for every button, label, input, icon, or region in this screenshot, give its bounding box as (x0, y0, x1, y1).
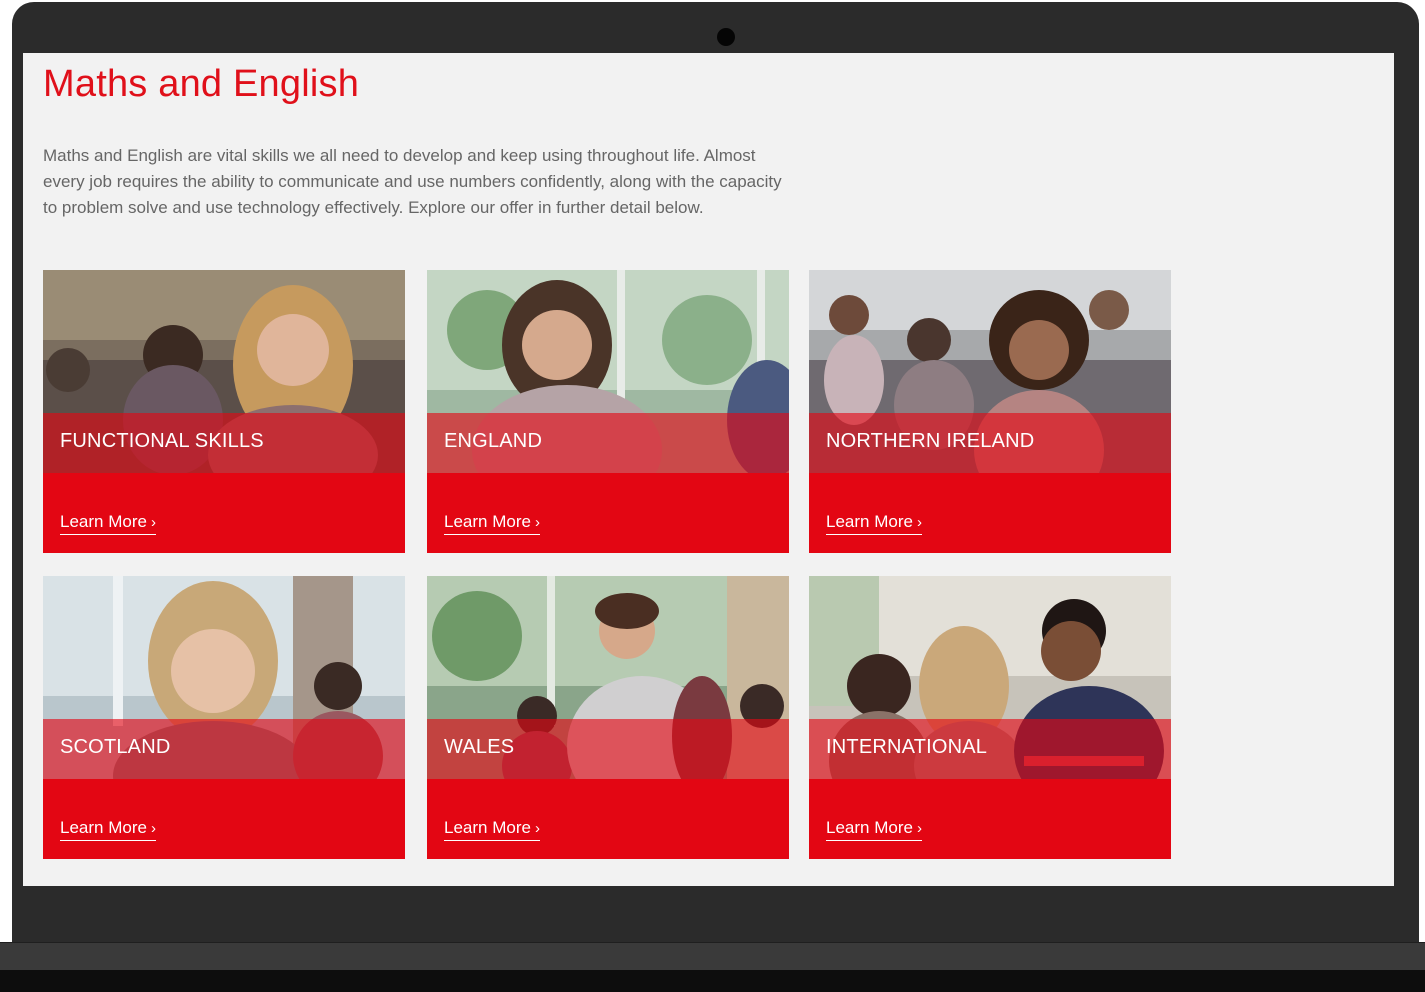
card-title: WALES (444, 736, 515, 758)
learn-more-link[interactable]: Learn More › (60, 818, 156, 841)
chevron-right-icon: › (916, 514, 922, 531)
card-title: INTERNATIONAL (826, 736, 988, 758)
learn-more-label: Learn More (60, 818, 147, 837)
chevron-right-icon: › (916, 820, 922, 837)
card-title: SCOTLAND (60, 736, 171, 758)
card-england[interactable]: ENGLAND Learn More › (427, 270, 789, 553)
learn-more-label: Learn More (60, 512, 147, 531)
card-title: ENGLAND (444, 430, 543, 452)
learn-more-link[interactable]: Learn More › (444, 818, 540, 841)
card-international[interactable]: INTERNATIONAL Learn More › (809, 576, 1171, 859)
learn-more-link[interactable]: Learn More › (60, 512, 156, 535)
card-northern-ireland[interactable]: NORTHERN IRELAND Learn More › (809, 270, 1171, 553)
chevron-right-icon: › (534, 514, 540, 531)
intro-paragraph: Maths and English are vital skills we al… (43, 146, 782, 217)
chevron-right-icon: › (150, 820, 156, 837)
page-title: Maths and English (43, 63, 360, 105)
screen: Maths and English Maths and English are … (23, 53, 1394, 886)
laptop-hinge (0, 942, 1425, 971)
learn-more-link[interactable]: Learn More › (826, 512, 922, 535)
learn-more-label: Learn More (826, 818, 913, 837)
card-functional-skills[interactable]: FUNCTIONAL SKILLS Learn More › (43, 270, 405, 553)
learn-more-label: Learn More (444, 512, 531, 531)
card-scotland[interactable]: SCOTLAND Learn More › (43, 576, 405, 859)
learn-more-link[interactable]: Learn More › (444, 512, 540, 535)
learn-more-label: Learn More (444, 818, 531, 837)
card-wales[interactable]: WALES Learn More › (427, 576, 789, 859)
card-title: FUNCTIONAL SKILLS (60, 430, 264, 452)
webcam-icon (717, 28, 735, 46)
learn-more-link[interactable]: Learn More › (826, 818, 922, 841)
chevron-right-icon: › (534, 820, 540, 837)
chevron-right-icon: › (150, 514, 156, 531)
laptop-base (0, 970, 1425, 992)
learn-more-label: Learn More (826, 512, 913, 531)
card-title: NORTHERN IRELAND (826, 430, 1035, 452)
